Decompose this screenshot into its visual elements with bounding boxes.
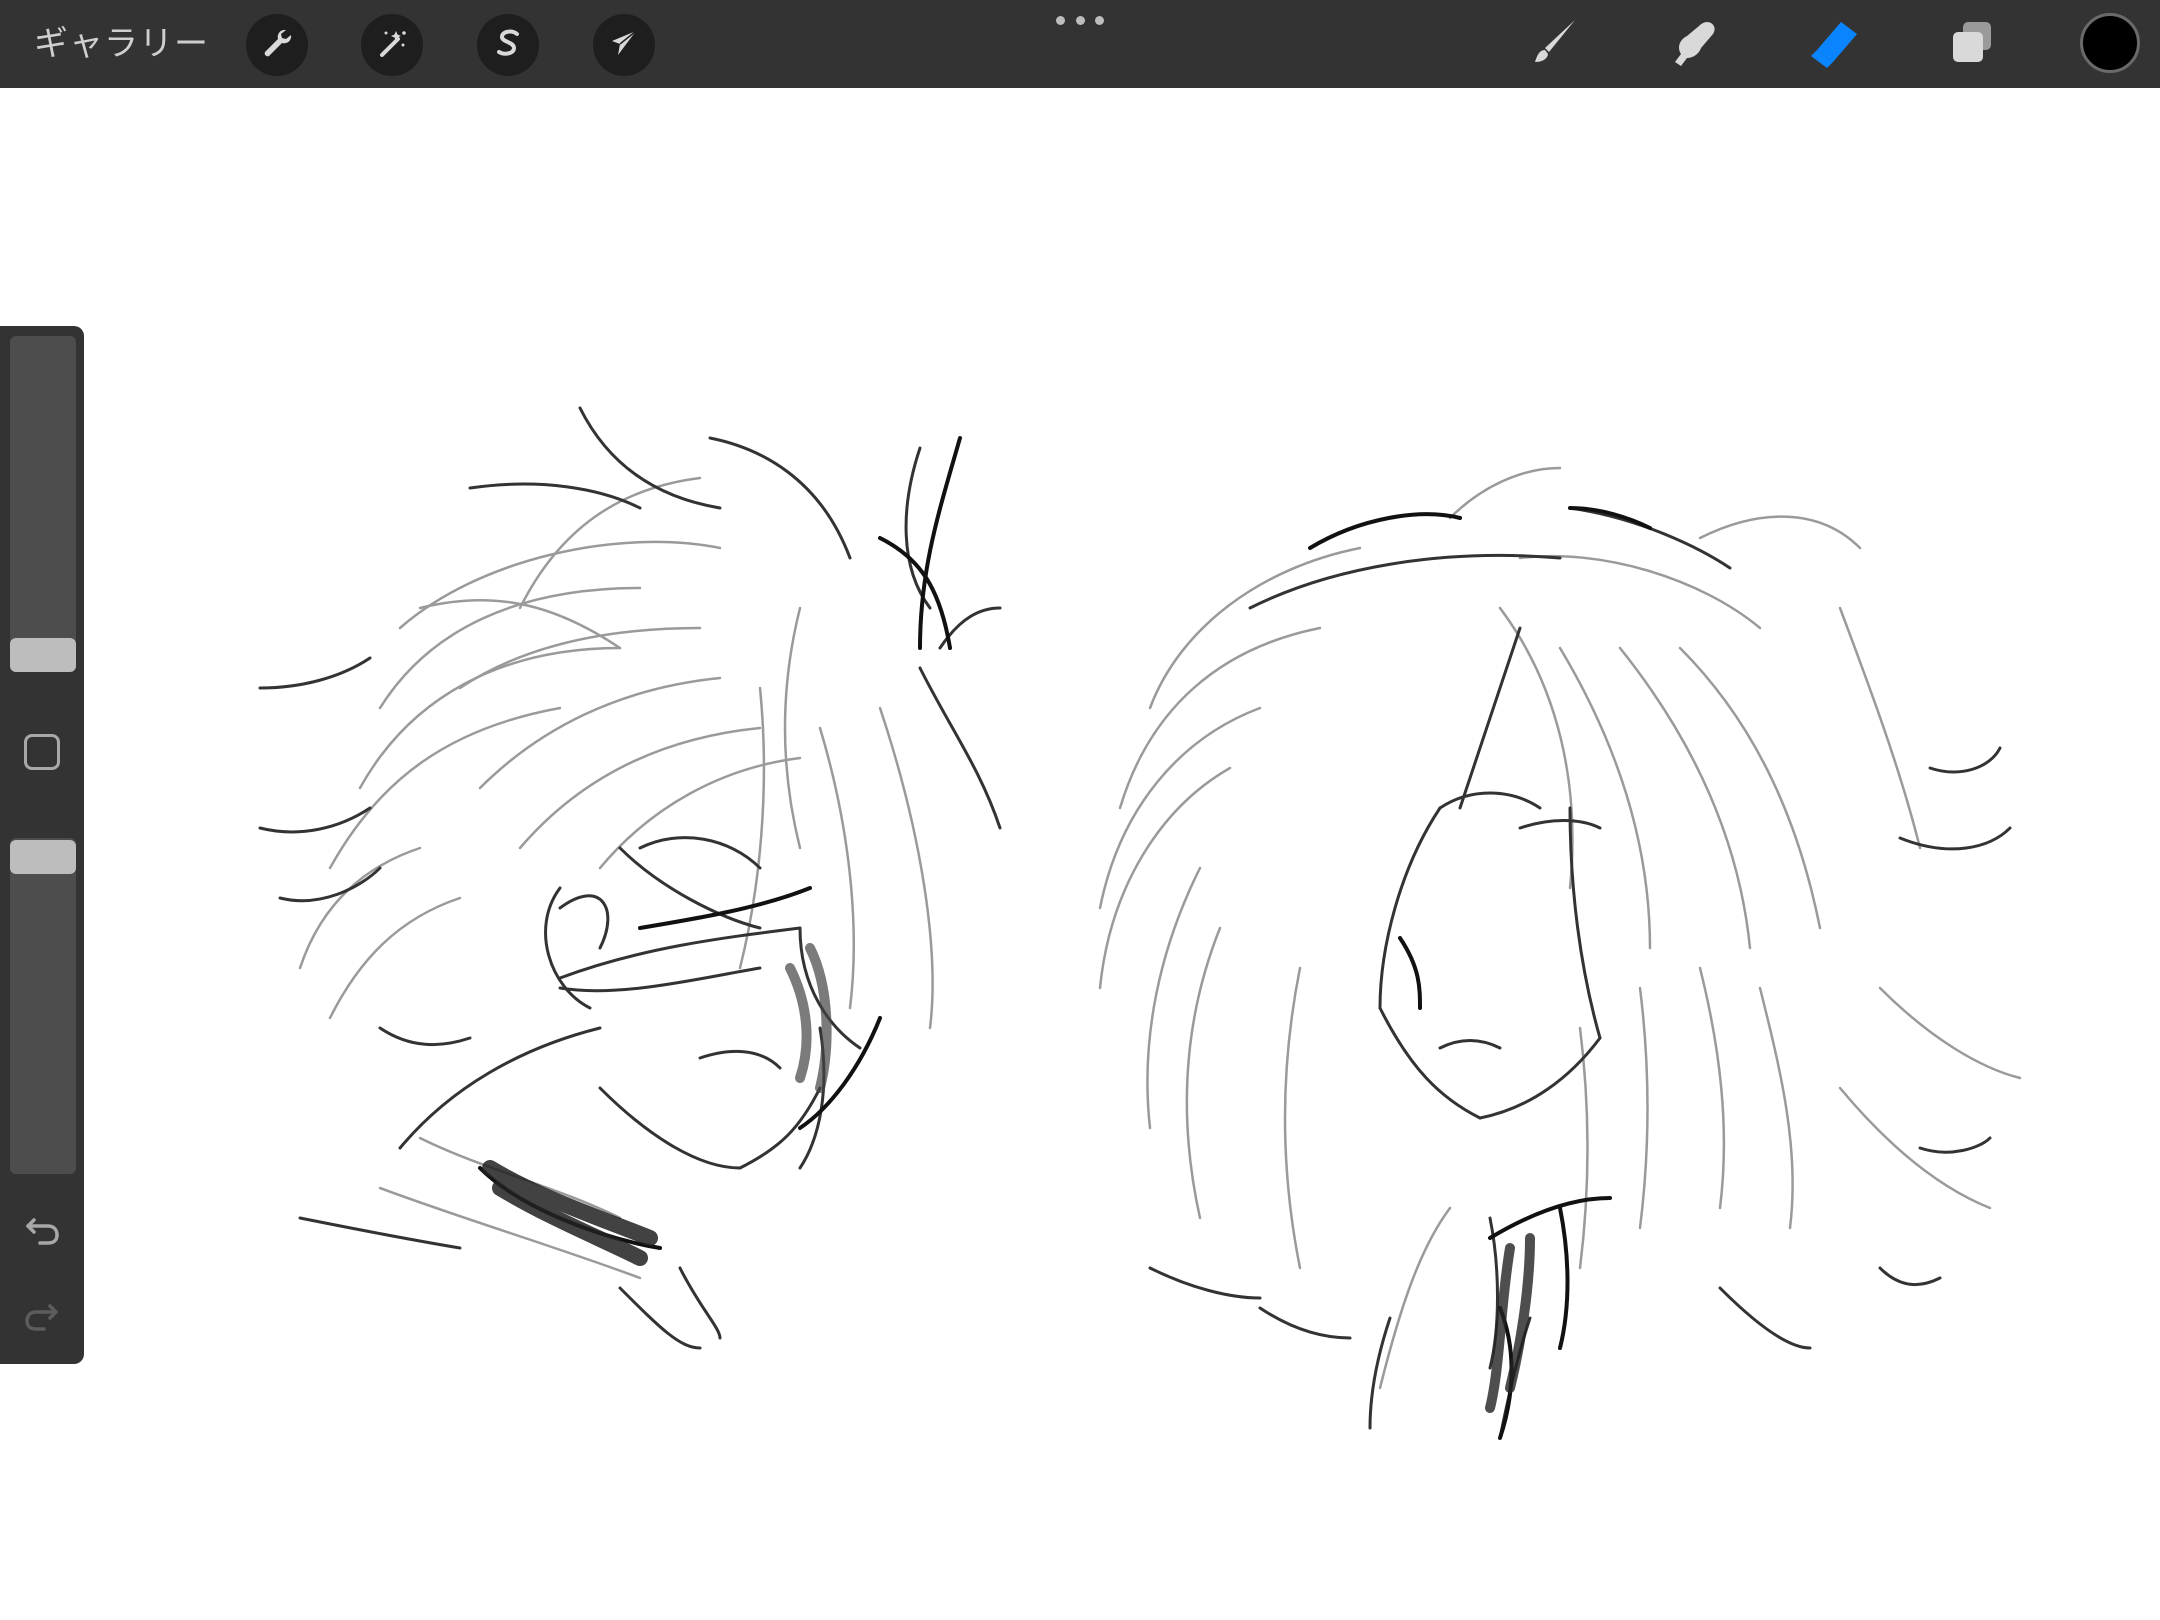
smudge-finger-icon [1663, 14, 1721, 76]
adjustments-button[interactable] [361, 14, 423, 76]
redo-icon [20, 1304, 64, 1340]
eraser-tool-button[interactable] [1800, 14, 1864, 76]
modifier-button[interactable] [24, 734, 60, 770]
brush-tool-button[interactable] [1522, 14, 1586, 76]
smudge-tool-button[interactable] [1660, 14, 1724, 76]
dot [1056, 15, 1065, 25]
brush-opacity-slider[interactable] [10, 838, 76, 1174]
magic-wand-icon [374, 25, 410, 65]
brush-icon [1525, 14, 1583, 76]
right-character-sketch [1098, 466, 2022, 1440]
sketch-drawing [258, 406, 2022, 1440]
selection-button[interactable] [477, 14, 539, 76]
redo-button[interactable] [20, 1292, 64, 1336]
transform-button[interactable] [593, 14, 655, 76]
undo-button[interactable] [20, 1206, 64, 1250]
gallery-button[interactable]: ギャラリー [34, 18, 209, 70]
brush-size-slider[interactable] [10, 336, 76, 672]
drawing-canvas[interactable] [0, 88, 2160, 1620]
left-character-sketch [258, 406, 1002, 1350]
left-sidebar [0, 326, 84, 1364]
wrench-icon [259, 25, 295, 65]
layers-icon [1943, 14, 2001, 76]
layers-button[interactable] [1940, 14, 2004, 76]
eraser-icon [1803, 14, 1861, 76]
dot [1095, 15, 1104, 25]
selection-s-icon [490, 25, 526, 65]
more-options-button[interactable] [1056, 12, 1104, 28]
brush-opacity-thumb[interactable] [10, 840, 76, 874]
dot [1075, 15, 1085, 25]
color-picker-button[interactable] [2080, 13, 2140, 73]
brush-size-thumb[interactable] [10, 638, 76, 672]
arrow-cursor-icon [606, 25, 642, 65]
undo-icon [20, 1218, 64, 1254]
actions-button[interactable] [246, 14, 308, 76]
top-toolbar: ギャラリー [0, 0, 2160, 88]
